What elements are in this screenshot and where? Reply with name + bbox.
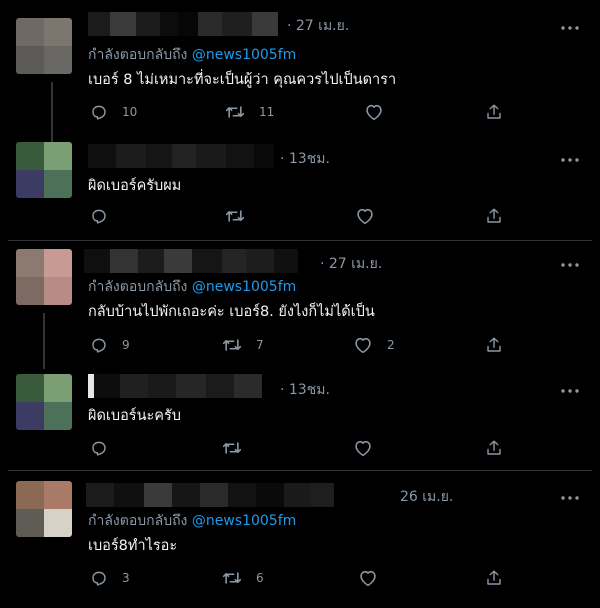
share-button[interactable] xyxy=(485,438,503,458)
reply-icon xyxy=(92,441,106,456)
reply-button[interactable]: 3 xyxy=(90,568,130,588)
user-name[interactable] xyxy=(88,374,262,398)
like-count: 2 xyxy=(387,338,395,352)
retweet-count: 11 xyxy=(259,105,275,119)
tweet-time[interactable]: · 13ชม. xyxy=(280,148,330,170)
user-name[interactable] xyxy=(88,12,278,36)
heart-icon xyxy=(355,440,371,457)
tweet-time[interactable]: 26 เม.ย. xyxy=(400,486,453,508)
replying-to: กำลังตอบกลับถึง @news1005fm xyxy=(88,44,296,66)
tweet[interactable]: · 27 เม.ย. กำลังตอบกลับถึง @news1005fm เ… xyxy=(0,0,600,148)
tweet[interactable]: · 13ชม. ผิดเบอร์ครับผม xyxy=(0,136,600,240)
mention-link[interactable]: @news1005fm xyxy=(192,47,296,63)
tweet-time[interactable]: · 27 เม.ย. xyxy=(320,253,382,275)
reply-button[interactable] xyxy=(90,438,118,458)
share-button[interactable] xyxy=(485,568,503,588)
retweet-button[interactable]: 11 xyxy=(225,102,274,122)
reply-button[interactable]: 9 xyxy=(90,335,130,355)
tweet-text: กลับบ้านไปพักเถอะค่ะ เบอร์8. ยังไงก็ไม่ไ… xyxy=(88,304,375,320)
share-icon xyxy=(487,337,501,352)
tweet-text: เบอร์8ทำไรอะ xyxy=(88,538,178,554)
user-name[interactable] xyxy=(88,144,274,168)
like-button[interactable] xyxy=(355,206,385,226)
user-name[interactable] xyxy=(84,249,298,273)
reply-button[interactable]: 10 xyxy=(90,102,137,122)
like-button[interactable] xyxy=(358,568,388,588)
heart-icon xyxy=(360,570,376,587)
retweet-icon xyxy=(222,572,242,584)
avatar[interactable] xyxy=(16,18,72,74)
share-button[interactable] xyxy=(485,335,503,355)
reply-icon xyxy=(92,571,106,586)
tweet-time[interactable]: · 13ชม. xyxy=(280,379,330,401)
mention-link[interactable]: @news1005fm xyxy=(192,279,296,295)
mention-link[interactable]: @news1005fm xyxy=(192,513,296,529)
more-icon[interactable] xyxy=(559,20,581,36)
like-button[interactable]: 2 xyxy=(353,335,395,355)
tweet-time[interactable]: · 27 เม.ย. xyxy=(287,15,349,37)
heart-icon xyxy=(366,104,382,121)
reply-icon xyxy=(92,338,106,353)
heart-icon xyxy=(355,337,371,354)
like-button[interactable] xyxy=(364,102,394,122)
reply-count: 9 xyxy=(122,338,130,352)
retweet-icon xyxy=(222,442,242,454)
retweet-icon xyxy=(222,339,242,351)
avatar[interactable] xyxy=(16,481,72,537)
replying-to-label: กำลังตอบกลับถึง xyxy=(88,513,188,529)
retweet-button[interactable]: 7 xyxy=(222,335,264,355)
more-icon[interactable] xyxy=(559,383,581,399)
more-icon[interactable] xyxy=(559,490,581,506)
tweet-text: ผิดเบอร์ครับผม xyxy=(88,178,182,194)
tweet-text: เบอร์ 8 ไม่เหมาะที่จะเป็นผู้ว่า คุณควรไป… xyxy=(88,72,397,88)
heart-icon xyxy=(357,208,373,225)
retweet-icon xyxy=(225,106,245,118)
share-icon xyxy=(487,104,501,119)
replying-to-label: กำลังตอบกลับถึง xyxy=(88,47,188,63)
reply-count: 3 xyxy=(122,571,130,585)
tweet[interactable]: · 13ชม. ผิดเบอร์นะครับ xyxy=(0,366,600,470)
like-button[interactable] xyxy=(353,438,383,458)
tweet-text: ผิดเบอร์นะครับ xyxy=(88,408,181,424)
tweet-thread: · 27 เม.ย. กำลังตอบกลับถึง @news1005fm เ… xyxy=(0,0,600,608)
more-icon[interactable] xyxy=(559,152,581,168)
user-name[interactable] xyxy=(86,483,334,507)
share-icon xyxy=(487,208,501,223)
thread-line xyxy=(43,313,45,369)
retweet-icon xyxy=(225,210,245,222)
share-icon xyxy=(487,570,501,585)
share-button[interactable] xyxy=(485,102,503,122)
tweet[interactable]: 26 เม.ย. กำลังตอบกลับถึง @news1005fm เบอ… xyxy=(0,471,600,608)
retweet-count: 6 xyxy=(256,571,264,585)
reply-icon xyxy=(92,209,106,224)
reply-button[interactable] xyxy=(90,206,118,226)
retweet-button[interactable]: 6 xyxy=(222,568,264,588)
avatar[interactable] xyxy=(16,374,72,430)
replying-to: กำลังตอบกลับถึง @news1005fm xyxy=(88,276,296,298)
avatar[interactable] xyxy=(16,142,72,198)
reply-icon xyxy=(92,105,106,120)
reply-count: 10 xyxy=(122,105,138,119)
retweet-button[interactable] xyxy=(222,438,252,458)
retweet-button[interactable] xyxy=(225,206,255,226)
replying-to: กำลังตอบกลับถึง @news1005fm xyxy=(88,510,296,532)
tweet[interactable]: · 27 เม.ย. กำลังตอบกลับถึง @news1005fm ก… xyxy=(0,241,600,369)
avatar[interactable] xyxy=(16,249,72,305)
more-icon[interactable] xyxy=(559,257,581,273)
share-button[interactable] xyxy=(485,206,503,226)
replying-to-label: กำลังตอบกลับถึง xyxy=(88,279,188,295)
share-icon xyxy=(487,440,501,455)
retweet-count: 7 xyxy=(256,338,264,352)
